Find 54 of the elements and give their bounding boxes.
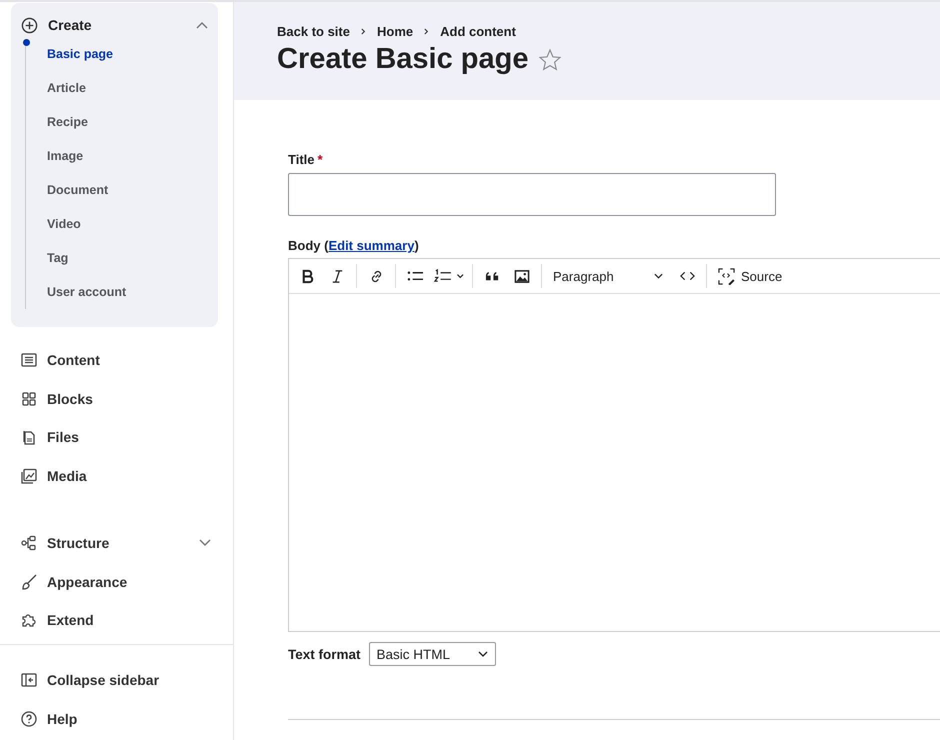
field-label: Body (Edit summary) <box>288 238 420 253</box>
submenu-link[interactable]: Basic page <box>47 47 114 61</box>
edit-summary-link[interactable]: Edit summary <box>328 238 414 253</box>
menu-link[interactable]: Appearance <box>47 574 128 590</box>
image-icon <box>514 268 530 284</box>
menu-link[interactable]: Help <box>47 710 78 726</box>
chevron-right-icon <box>360 28 366 35</box>
caret-icon <box>478 651 488 657</box>
menu-link[interactable]: Structure <box>47 535 110 552</box>
submenu-link[interactable]: User account <box>47 285 126 299</box>
field-label: Title <box>288 152 314 167</box>
submenu-link[interactable]: Article <box>47 81 86 95</box>
submenu-link[interactable]: Video <box>47 217 81 231</box>
plus-circle-icon <box>21 16 38 34</box>
document-icon <box>21 429 37 446</box>
list-icon <box>21 352 37 368</box>
field-label: Text format <box>288 646 361 662</box>
menu-link[interactable]: Collapse sidebar <box>47 672 160 688</box>
help-icon <box>21 710 37 726</box>
submenu-link[interactable]: Image <box>47 149 84 163</box>
heading-dropdown[interactable]: Paragraph <box>547 262 671 290</box>
title-input[interactable] <box>288 173 776 216</box>
page-title: Create Basic page <box>277 43 528 76</box>
caret-icon <box>654 273 663 279</box>
required-mark: * <box>318 152 323 167</box>
breadcrumb-link[interactable]: Home <box>376 24 414 39</box>
submenu-link[interactable]: Document <box>47 183 108 197</box>
submenu-link[interactable]: Tag <box>47 251 68 265</box>
menu-heading[interactable]: Create <box>48 17 196 33</box>
numbered-list-icon <box>433 268 465 284</box>
grid-icon <box>21 390 37 407</box>
star-icon[interactable] <box>538 48 562 72</box>
source-button[interactable]: Source <box>712 262 788 290</box>
breadcrumb-link[interactable]: Add content <box>440 24 516 39</box>
puzzle-icon <box>21 612 37 628</box>
menu-link[interactable]: Content <box>47 352 100 368</box>
text-format-select[interactable]: Basic HTML <box>368 642 496 666</box>
menu-link[interactable]: Media <box>47 468 87 484</box>
breadcrumb-link[interactable]: Back to site <box>277 24 350 39</box>
paintbrush-icon <box>21 574 37 590</box>
menu-link[interactable]: Blocks <box>47 390 93 407</box>
bulleted-list-icon <box>406 268 424 284</box>
menu-link[interactable]: Extend <box>47 612 94 628</box>
menu-link[interactable]: Files <box>47 429 79 446</box>
code-icon <box>680 271 694 281</box>
hierarchy-icon <box>21 535 37 552</box>
submenu-link[interactable]: Recipe <box>47 115 88 129</box>
chevron-down-icon[interactable] <box>199 539 211 548</box>
bold-icon <box>300 268 314 284</box>
chevron-right-icon <box>424 28 430 35</box>
source-edit-icon <box>718 268 735 284</box>
image-icon <box>21 468 37 484</box>
collapse-icon <box>21 672 37 688</box>
chevron-up-icon[interactable] <box>196 21 208 29</box>
